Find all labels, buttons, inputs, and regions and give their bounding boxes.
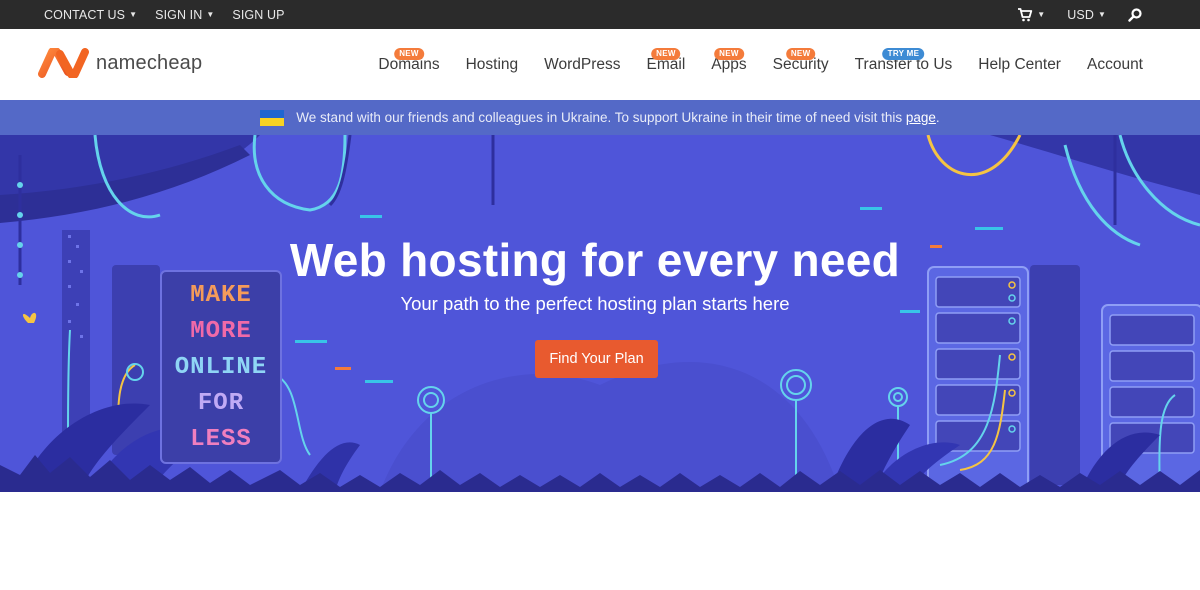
utility-bar: CONTACT US ▼ SIGN IN ▼ SIGN UP ▼ USD ▼ [0, 0, 1200, 29]
chevron-down-icon: ▼ [129, 10, 138, 19]
hero-title: Web hosting for every need [289, 234, 901, 286]
chevron-down-icon: ▼ [1037, 10, 1046, 19]
nav-item-transfer[interactable]: TRY ME Transfer to Us [842, 29, 966, 100]
nav-item-domains[interactable]: NEW Domains [365, 29, 452, 100]
main-nav: NEW Domains Hosting WordPress NEW Email … [365, 29, 1156, 100]
try-me-badge: TRY ME [882, 48, 925, 60]
utility-bar-right: ▼ USD ▼ [1017, 0, 1142, 29]
sign-up-link[interactable]: SIGN UP [232, 8, 284, 22]
logo-text: namecheap [96, 51, 203, 74]
main-header: namecheap NEW Domains Hosting WordPress … [0, 29, 1200, 100]
contact-us-menu[interactable]: CONTACT US ▼ [44, 8, 137, 22]
nav-item-account[interactable]: Account [1074, 29, 1156, 100]
new-badge: NEW [785, 48, 816, 60]
chevron-down-icon: ▼ [1097, 10, 1106, 19]
search-button[interactable] [1128, 7, 1142, 22]
cart-menu[interactable]: ▼ [1017, 7, 1046, 22]
currency-menu[interactable]: USD ▼ [1067, 8, 1106, 22]
sign-line-more: MORE [190, 318, 252, 345]
namecheap-logo-icon [38, 48, 89, 78]
utility-bar-left: CONTACT US ▼ SIGN IN ▼ SIGN UP [44, 0, 285, 29]
banner-period: . [935, 110, 940, 125]
search-icon [1128, 7, 1142, 22]
hero-subtitle: Your path to the perfect hosting plan st… [400, 293, 790, 314]
nav-item-email[interactable]: NEW Email [634, 29, 699, 100]
banner-message: We stand with our friends and colleagues… [296, 110, 939, 125]
chevron-down-icon: ▼ [206, 10, 215, 19]
nav-item-apps[interactable]: NEW Apps [698, 29, 759, 100]
sign-in-menu[interactable]: SIGN IN ▼ [155, 8, 214, 22]
nav-item-label: Account [1086, 55, 1143, 73]
sign-line-less: LESS [190, 426, 252, 453]
sign-line-online: ONLINE [174, 354, 268, 381]
new-badge: NEW [714, 48, 744, 60]
nav-item-security[interactable]: NEW Security [760, 29, 842, 100]
nav-item-help-center[interactable]: Help Center [965, 29, 1074, 100]
nav-item-hosting[interactable]: Hosting [453, 29, 532, 100]
banner-page-link[interactable]: page [906, 110, 936, 125]
find-your-plan-button[interactable]: Find Your Plan [535, 340, 658, 378]
nav-item-label: WordPress [544, 55, 621, 73]
sign-in-label: SIGN IN [155, 7, 203, 22]
new-badge: NEW [651, 48, 681, 60]
currency-label: USD [1067, 7, 1094, 22]
banner-text: We stand with our friends and colleagues… [296, 110, 903, 125]
logo-link[interactable]: namecheap [38, 48, 202, 78]
sign-line-for: FOR [197, 390, 245, 417]
cart-icon [1018, 7, 1033, 21]
sign-up-label: SIGN UP [232, 7, 285, 22]
contact-us-label: CONTACT US [44, 7, 126, 22]
ukraine-banner: We stand with our friends and colleagues… [0, 100, 1200, 135]
ukraine-flag-icon [260, 109, 285, 126]
nav-item-wordpress[interactable]: WordPress [531, 29, 633, 100]
nav-item-label: Hosting [465, 55, 519, 73]
nav-item-label: Help Center [978, 55, 1061, 73]
hero-section: MAKE MORE ONLINE FOR LESS Web hosting fo… [0, 135, 1200, 492]
new-badge: NEW [394, 48, 424, 60]
